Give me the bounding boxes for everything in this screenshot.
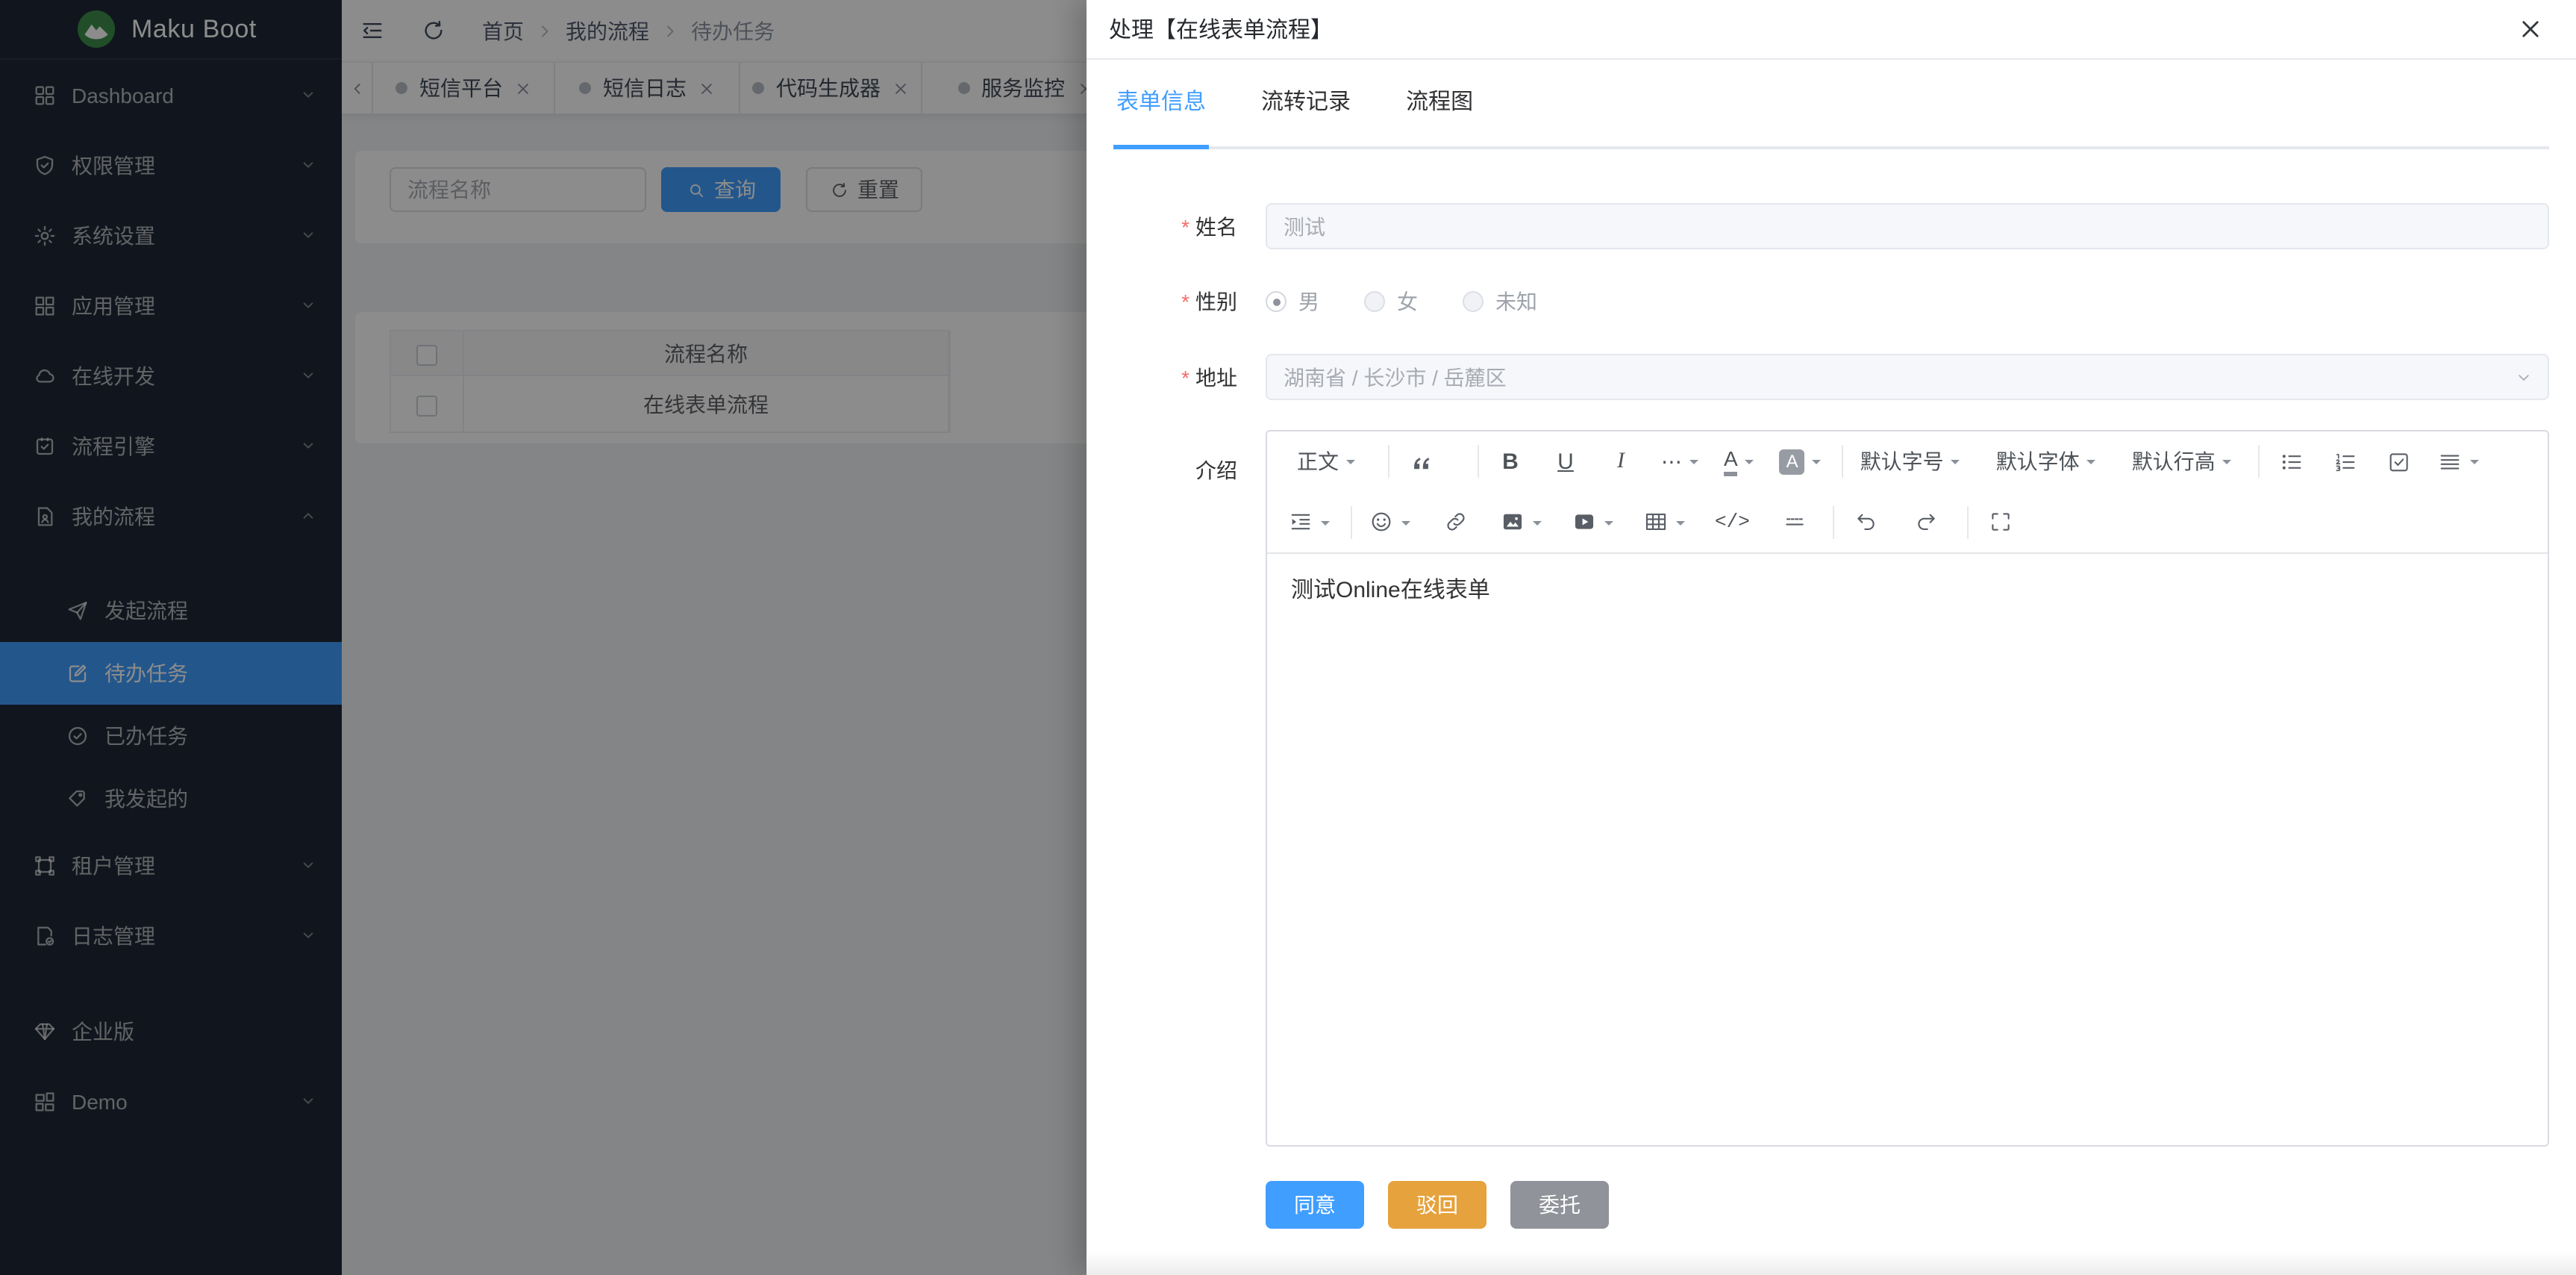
- toolbar-divider: [1388, 445, 1389, 478]
- toolbar-divider: [1833, 505, 1835, 538]
- drawer-bottom-scrollbar-track[interactable]: [1087, 1251, 2576, 1275]
- caret-down-icon: [1346, 460, 1355, 469]
- toolbar-divider: [1478, 445, 1479, 478]
- line-height-dropdown[interactable]: 默认行高: [2132, 446, 2232, 476]
- name-label: 姓名: [1116, 204, 1266, 249]
- more-styles-dropdown[interactable]: ⋯: [1661, 449, 1698, 474]
- address-select[interactable]: 湖南省 / 长沙市 / 岳麓区: [1266, 354, 2549, 400]
- toolbar-divider: [1842, 445, 1844, 478]
- agree-button[interactable]: 同意: [1266, 1181, 1364, 1229]
- radio-female[interactable]: 女: [1364, 287, 1418, 317]
- app-window: Maku Boot Dashboard 权限管理 系统设置 应用管理: [0, 0, 2576, 1275]
- blockquote-icon[interactable]: [1406, 449, 1436, 474]
- editor-toolbar-row-1: 正文 B U I ⋯ A A 默认字号 默认字体 默认行高: [1267, 431, 2548, 491]
- drawer-tabs: 表单信息 流转记录 流程图: [1116, 60, 2549, 149]
- radio-unchecked-icon: [1463, 291, 1484, 312]
- insert-image-dropdown[interactable]: [1500, 509, 1542, 534]
- font-size-dropdown[interactable]: 默认字号: [1860, 446, 1960, 476]
- reject-button[interactable]: 驳回: [1388, 1181, 1486, 1229]
- caret-down-icon: [1813, 460, 1822, 469]
- rich-text-editor: 正文 B U I ⋯ A A 默认字号 默认字体 默认行高: [1266, 430, 2549, 1147]
- caret-down-icon: [1401, 520, 1410, 529]
- process-drawer: 处理【在线表单流程】 表单信息 流转记录 流程图 姓名 测试 性别: [1087, 0, 2576, 1275]
- intro-label: 介绍: [1116, 448, 1266, 1147]
- indent-dropdown[interactable]: [1288, 509, 1330, 534]
- redo-icon[interactable]: [1911, 509, 1941, 534]
- font-color-dropdown[interactable]: A: [1724, 447, 1754, 476]
- caret-down-icon: [2471, 460, 2480, 469]
- caret-down-icon: [1321, 520, 1330, 529]
- radio-label: 女: [1397, 287, 1418, 317]
- tab-flow-diagram[interactable]: 流程图: [1406, 60, 1473, 146]
- form-row-name: 姓名 测试: [1116, 203, 2549, 249]
- toolbar-divider: [1351, 505, 1352, 538]
- caret-down-icon: [1533, 520, 1542, 529]
- insert-video-dropdown[interactable]: [1572, 509, 1613, 534]
- radio-male[interactable]: 男: [1266, 287, 1319, 317]
- code-block-button[interactable]: </>: [1715, 511, 1750, 533]
- italic-button[interactable]: I: [1606, 449, 1636, 474]
- insert-divider-icon[interactable]: [1780, 509, 1810, 534]
- delegate-button[interactable]: 委托: [1510, 1181, 1609, 1229]
- form-row-intro: 介绍 正文 B U I ⋯ A A 默认字号: [1116, 430, 2549, 1147]
- radio-label: 男: [1298, 287, 1319, 317]
- insert-table-dropdown[interactable]: [1643, 509, 1685, 534]
- form-row-gender: 性别 男 女 未知: [1116, 279, 2549, 324]
- toolbar-divider: [1968, 505, 1969, 538]
- undo-icon[interactable]: [1851, 509, 1881, 534]
- caret-down-icon: [1676, 520, 1685, 529]
- emoji-dropdown[interactable]: [1369, 509, 1410, 534]
- drawer-actions: 同意 驳回 委托: [1266, 1181, 2549, 1229]
- tab-flow-records[interactable]: 流转记录: [1261, 60, 1351, 146]
- radio-checked-icon: [1266, 291, 1287, 312]
- fullscreen-icon[interactable]: [1986, 509, 2016, 534]
- gender-label: 性别: [1116, 279, 1266, 324]
- gender-radio-group: 男 女 未知: [1266, 287, 2549, 317]
- form-row-address: 地址 湖南省 / 长沙市 / 岳麓区: [1116, 354, 2549, 400]
- caret-down-icon: [2087, 460, 2096, 469]
- caret-down-icon: [1745, 460, 1754, 469]
- task-list-icon[interactable]: [2384, 449, 2414, 474]
- caret-down-icon: [1951, 460, 1960, 469]
- drawer-body: 姓名 测试 性别 男 女: [1087, 149, 2576, 1229]
- underline-button[interactable]: U: [1551, 449, 1581, 474]
- address-label: 地址: [1116, 355, 1266, 399]
- text-align-dropdown[interactable]: [2438, 449, 2480, 474]
- insert-link-icon[interactable]: [1440, 509, 1470, 534]
- radio-unknown[interactable]: 未知: [1463, 287, 1537, 317]
- radio-unchecked-icon: [1364, 291, 1385, 312]
- radio-label: 未知: [1495, 287, 1537, 317]
- bulleted-list-icon[interactable]: [2277, 449, 2307, 474]
- bold-button[interactable]: B: [1495, 449, 1525, 474]
- editor-content[interactable]: 测试Online在线表单: [1267, 554, 2548, 1145]
- background-color-dropdown[interactable]: A: [1780, 449, 1822, 474]
- caret-down-icon: [1604, 520, 1613, 529]
- numbered-list-icon[interactable]: [2330, 449, 2360, 474]
- drawer-header: 处理【在线表单流程】: [1087, 0, 2576, 60]
- editor-toolbar-row-2: </>: [1267, 491, 2548, 554]
- name-field[interactable]: 测试: [1266, 203, 2549, 249]
- paragraph-style-dropdown[interactable]: 正文: [1297, 446, 1355, 476]
- address-value: 湖南省 / 长沙市 / 岳麓区: [1284, 362, 1507, 392]
- chevron-down-icon: [2513, 367, 2534, 388]
- caret-down-icon: [1689, 460, 1698, 469]
- font-family-dropdown[interactable]: 默认字体: [1996, 446, 2096, 476]
- tab-form-info[interactable]: 表单信息: [1116, 60, 1206, 146]
- caret-down-icon: [2223, 460, 2232, 469]
- toolbar-divider: [2259, 445, 2260, 478]
- drawer-title: 处理【在线表单流程】: [1109, 13, 1333, 45]
- close-icon[interactable]: [2518, 16, 2543, 42]
